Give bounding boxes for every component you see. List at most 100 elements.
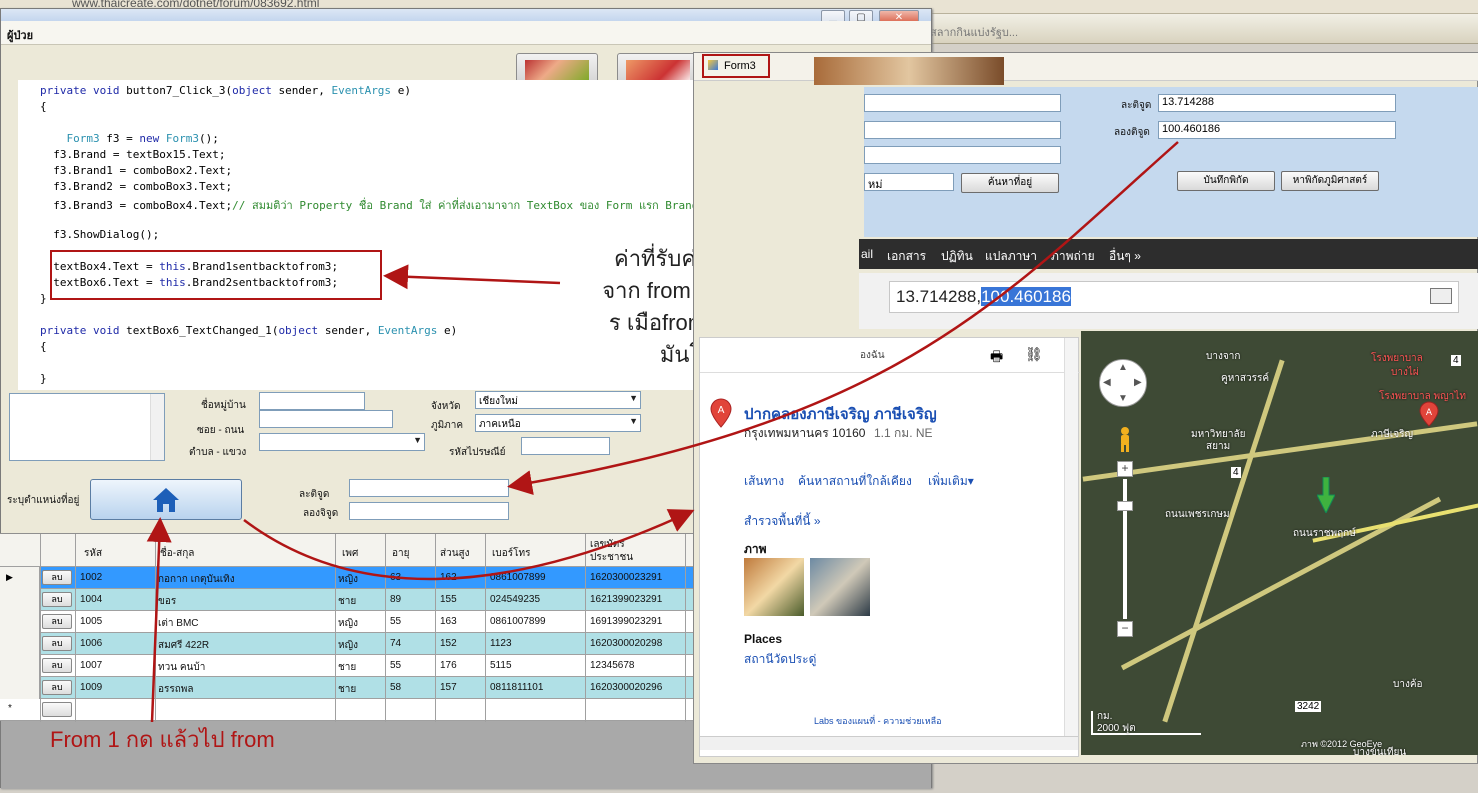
my-places-tab[interactable]: องฉัน (860, 348, 885, 363)
address-input-4[interactable]: หม่ (864, 173, 954, 191)
subdistrict-combo[interactable]: ▼ (259, 433, 425, 451)
address-input-1[interactable] (864, 94, 1061, 112)
table-row[interactable]: ลบ 1006 สมศรี 422R หญิง 74 152 1123 16203000202… (0, 633, 700, 655)
cell-phone[interactable]: 1123 (490, 638, 512, 649)
new-row-button[interactable] (42, 702, 72, 717)
cell-id[interactable]: 1004 (80, 594, 102, 605)
header-age[interactable]: อายุ (392, 546, 409, 561)
header-card[interactable]: เลขบัตร ประชาชน (590, 538, 670, 564)
cell-id[interactable]: 1006 (80, 638, 102, 649)
nav-mail[interactable]: ail (861, 247, 873, 261)
address-input-2[interactable] (864, 121, 1061, 139)
table-row[interactable]: ลบ 1004 ขอร ชาย 89 155 024549235 1621399023291 (0, 589, 700, 611)
map-search-input[interactable]: 13.714288,100.460186 (889, 281, 1459, 313)
delete-row-button[interactable]: ลบ (42, 658, 72, 673)
browser-tab-label[interactable]: สลากกินแบ่งรัฐบ... (930, 23, 1018, 41)
cell-id[interactable]: 1005 (80, 616, 102, 627)
cell-phone[interactable]: 0861007899 (490, 616, 546, 627)
cell-phone[interactable]: 0811811101 (490, 682, 543, 693)
zoom-slider-handle[interactable] (1117, 501, 1133, 511)
cell-name[interactable]: ขอร (158, 594, 176, 609)
cell-sex[interactable]: ชาย (338, 660, 356, 675)
nav-translate[interactable]: แปลภาษา (985, 247, 1037, 266)
search-address-button[interactable]: ค้นหาที่อยู่ (961, 173, 1059, 193)
cell-card[interactable]: 1621399023291 (590, 594, 662, 605)
cell-height[interactable]: 176 (440, 660, 457, 671)
pan-left-icon[interactable]: ◀ (1103, 377, 1111, 388)
delete-row-button[interactable]: ลบ (42, 636, 72, 651)
cell-id[interactable]: 1009 (80, 682, 102, 693)
cell-card[interactable]: 12345678 (590, 660, 635, 671)
table-row[interactable]: ลบ 1005 เต่า BMC หญิง 55 163 0861007899 1691399… (0, 611, 700, 633)
patients-grid[interactable]: รหัส ชื่อ-สกุล เพศ อายุ ส่วนสูง เบอร์โทร… (0, 533, 700, 722)
cell-name[interactable]: กอกาก เกตุบันเทิง (158, 572, 235, 587)
cell-sex[interactable]: หญิง (338, 572, 358, 587)
region-combo[interactable]: ภาคเหนือ ▼ (475, 414, 641, 432)
satellite-map[interactable]: บางจาก คูหาสวรรค์ โรงพยาบาล บางไผ่ มหาวิ… (1081, 331, 1478, 755)
cell-age[interactable]: 55 (390, 616, 401, 627)
delete-row-button[interactable]: ลบ (42, 570, 72, 585)
cell-sex[interactable]: ชาย (338, 682, 356, 697)
table-row[interactable]: ▶ ลบ 1002 กอกาก เกตุบันเทิง หญิง 63 162 0861007… (0, 567, 700, 589)
listbox-scrollbar[interactable] (150, 394, 164, 460)
cell-age[interactable]: 58 (390, 682, 401, 693)
row-header[interactable] (0, 677, 40, 699)
row-header[interactable] (0, 611, 40, 633)
cell-age[interactable]: 63 (390, 572, 401, 583)
zoom-slider[interactable] (1123, 479, 1127, 619)
locate-home-button[interactable] (90, 479, 242, 520)
lat-input[interactable] (349, 479, 509, 497)
cell-card[interactable]: 1620300023291 (590, 572, 662, 583)
cell-phone[interactable]: 5115 (490, 660, 512, 671)
table-row[interactable]: ลบ 1009 อรรถพล ชาย 58 157 0811811101 1620300020… (0, 677, 700, 699)
directions-link[interactable]: เส้นทาง (744, 472, 784, 491)
station-link[interactable]: สถานีวัดประดู่ (744, 650, 816, 669)
cell-sex[interactable]: ชาย (338, 594, 356, 609)
village-input[interactable] (259, 392, 365, 410)
row-header[interactable] (0, 589, 40, 611)
form3-lat-input[interactable]: 13.714288 (1158, 94, 1396, 112)
cell-height[interactable]: 163 (440, 616, 457, 627)
photo-thumbnail[interactable] (810, 558, 870, 616)
header-id[interactable]: รหัส (84, 546, 102, 561)
cell-id[interactable]: 1007 (80, 660, 102, 671)
header-phone[interactable]: เบอร์โทร (492, 546, 530, 561)
cell-sex[interactable]: หญิง (338, 638, 358, 653)
cell-name[interactable]: ทวน คนบ้า (158, 660, 205, 675)
postcode-input[interactable] (521, 437, 610, 455)
pegman-icon[interactable] (1118, 427, 1132, 453)
menu-patient[interactable]: ผู้ป่วย (7, 26, 33, 44)
cell-card[interactable]: 1620300020296 (590, 682, 662, 693)
cell-age[interactable]: 89 (390, 594, 401, 605)
table-row[interactable]: ลบ 1007 ทวน คนบ้า ชาย 55 176 5115 12345678 (0, 655, 700, 677)
cell-sex[interactable]: หญิง (338, 616, 358, 631)
print-icon[interactable]: 🖶 (990, 346, 1003, 370)
cell-phone[interactable]: 0861007899 (490, 572, 546, 583)
panel-hscrollbar[interactable] (700, 736, 1078, 750)
panel-vscrollbar[interactable] (1064, 338, 1078, 736)
header-name[interactable]: ชื่อ-สกุล (160, 546, 194, 561)
address-input-3[interactable] (864, 146, 1061, 164)
cell-card[interactable]: 1620300020298 (590, 638, 662, 649)
row-header[interactable] (0, 655, 40, 677)
cell-name[interactable]: เต่า BMC (158, 616, 199, 631)
new-row[interactable]: * (0, 699, 700, 721)
province-combo[interactable]: เชียงใหม่ ▼ (475, 391, 641, 409)
nav-calendar[interactable]: ปฏิทิน (941, 247, 973, 266)
header-height[interactable]: ส่วนสูง (440, 546, 470, 561)
nav-docs[interactable]: เอกสาร (887, 247, 926, 266)
cell-id[interactable]: 1002 (80, 572, 102, 583)
explore-link[interactable]: สำรวจพื้นที่นี้ » (744, 512, 821, 531)
pan-up-icon[interactable]: ▲ (1118, 362, 1128, 373)
zoom-in-button[interactable]: + (1117, 461, 1133, 477)
cell-phone[interactable]: 024549235 (490, 594, 540, 605)
notes-listbox[interactable] (9, 393, 165, 461)
lng-input[interactable] (349, 502, 509, 520)
place-title[interactable]: ปากคลองภาษีเจริญ ภาษีเจริญ (744, 402, 937, 426)
delete-row-button[interactable]: ลบ (42, 614, 72, 629)
cell-name[interactable]: อรรถพล (158, 682, 194, 697)
nearby-link[interactable]: ค้นหาสถานที่ใกล้เคียง (798, 472, 912, 491)
labs-help-link[interactable]: Labs ของแผนที่ - ความช่วยเหลือ (814, 714, 942, 728)
soi-input[interactable] (259, 410, 393, 428)
cell-height[interactable]: 162 (440, 572, 457, 583)
